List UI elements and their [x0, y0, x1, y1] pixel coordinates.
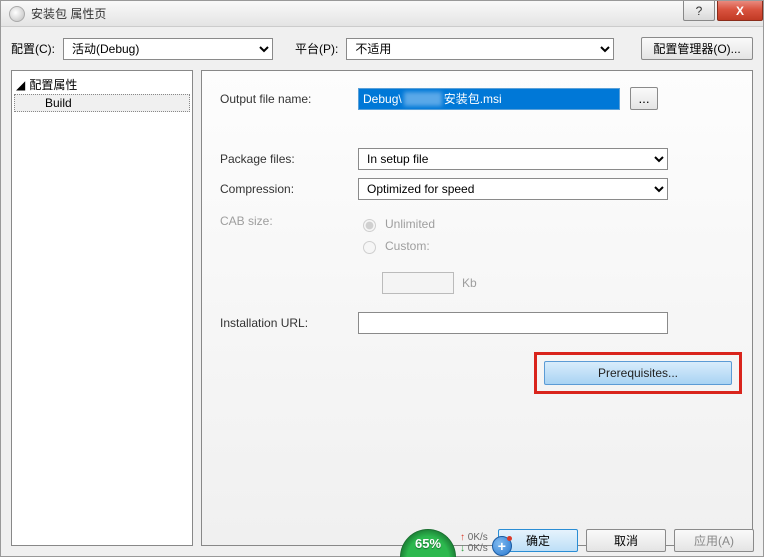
- compression-combo[interactable]: Optimized for speed: [358, 178, 668, 200]
- plus-badge-icon[interactable]: +: [492, 536, 512, 556]
- content-area: ◢ 配置属性 Build Output file name: Debug\ 安装…: [1, 70, 763, 556]
- close-button[interactable]: X: [717, 1, 763, 21]
- kb-unit-label: Kb: [462, 276, 477, 290]
- prerequisites-highlight: Prerequisites...: [534, 352, 742, 394]
- tree-node-root[interactable]: ◢ 配置属性: [14, 75, 190, 94]
- dialog-footer: 确定 取消 应用(A): [0, 523, 764, 557]
- package-files-combo[interactable]: In setup file: [358, 148, 668, 170]
- tree-root-label: 配置属性: [29, 78, 77, 92]
- percent-badge: 65%: [400, 529, 456, 557]
- prerequisites-button[interactable]: Prerequisites...: [544, 361, 732, 385]
- toolbar: 配置(C): 活动(Debug) 平台(P): 不适用 配置管理器(O)...: [1, 27, 763, 70]
- caret-down-icon: ◢: [16, 78, 26, 92]
- config-manager-button[interactable]: 配置管理器(O)...: [641, 37, 753, 60]
- cab-custom-input: [363, 241, 376, 254]
- install-url-input[interactable]: [358, 312, 668, 334]
- platform-label: 平台(P):: [295, 40, 338, 57]
- window-title: 安装包 属性页: [31, 5, 106, 22]
- browse-button[interactable]: ...: [630, 87, 658, 110]
- apply-button[interactable]: 应用(A): [674, 529, 754, 552]
- ellipsis-icon: ...: [638, 91, 649, 106]
- config-combo[interactable]: 活动(Debug): [63, 38, 273, 60]
- arrow-up-icon: ↑: [460, 532, 465, 543]
- cab-custom-radio: Custom:: [358, 238, 477, 254]
- compression-label: Compression:: [220, 182, 358, 196]
- tree-child-label: Build: [45, 96, 72, 110]
- output-file-input[interactable]: Debug\ 安装包.msi: [358, 88, 620, 110]
- tree-node-build[interactable]: Build: [14, 94, 190, 112]
- platform-combo[interactable]: 不适用: [346, 38, 614, 60]
- cancel-button[interactable]: 取消: [586, 529, 666, 552]
- network-widget: 65% ↑ 0K/s ↓ 0K/s +: [400, 529, 512, 557]
- close-icon: X: [736, 4, 744, 18]
- install-url-label: Installation URL:: [220, 316, 358, 330]
- config-tree[interactable]: ◢ 配置属性 Build: [11, 70, 193, 546]
- cab-size-label: CAB size:: [220, 214, 358, 228]
- package-files-label: Package files:: [220, 152, 358, 166]
- config-label: 配置(C):: [11, 40, 55, 57]
- property-page-dialog: 安装包 属性页 ? X 配置(C): 活动(Debug) 平台(P): 不适用 …: [0, 0, 764, 557]
- cab-unlimited-radio: Unlimited: [358, 216, 477, 232]
- redacted-text: [404, 92, 442, 106]
- app-icon: [9, 6, 25, 22]
- build-panel: Output file name: Debug\ 安装包.msi ... Pac…: [201, 70, 753, 546]
- help-button[interactable]: ?: [683, 1, 715, 21]
- arrow-down-icon: ↓: [460, 543, 465, 554]
- output-file-label: Output file name:: [220, 92, 358, 106]
- cab-size-input: [382, 272, 454, 294]
- titlebar: 安装包 属性页 ? X: [1, 1, 763, 27]
- cab-unlimited-input: [363, 219, 376, 232]
- help-icon: ?: [696, 4, 703, 18]
